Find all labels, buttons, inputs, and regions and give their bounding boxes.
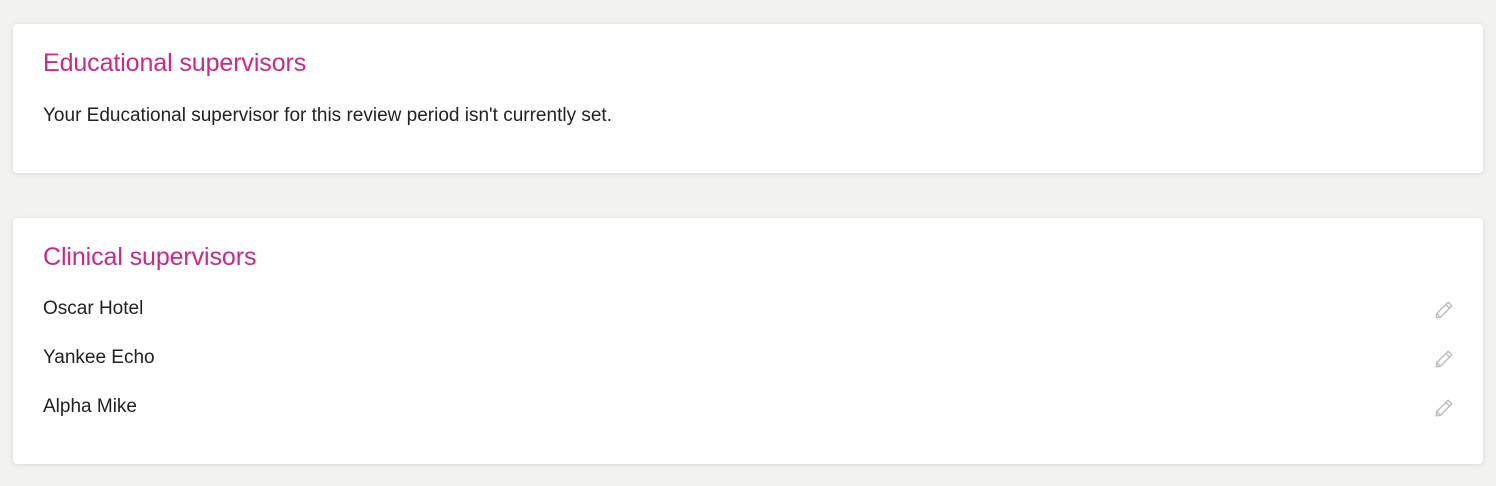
edit-supervisor-button[interactable] [1431,346,1457,372]
educational-supervisors-title: Educational supervisors [43,49,307,77]
supervisor-name: Oscar Hotel [43,298,144,319]
clinical-supervisors-list: Oscar Hotel Yankee Echo Alpha Mike [13,296,1483,443]
pencil-icon [1435,399,1453,417]
list-item: Oscar Hotel [13,296,1483,345]
clinical-supervisors-card: Clinical supervisors Oscar Hotel Yankee … [13,218,1483,464]
edit-supervisor-button[interactable] [1431,297,1457,323]
supervisor-name: Alpha Mike [43,396,137,417]
edit-supervisor-button[interactable] [1431,395,1457,421]
pencil-icon [1435,350,1453,368]
clinical-supervisors-title: Clinical supervisors [43,243,257,271]
supervisor-name: Yankee Echo [43,347,155,368]
list-item: Yankee Echo [13,345,1483,394]
list-item: Alpha Mike [13,394,1483,443]
pencil-icon [1435,301,1453,319]
educational-supervisors-card: Educational supervisors Your Educational… [13,24,1483,173]
educational-supervisor-message: Your Educational supervisor for this rev… [43,105,612,126]
